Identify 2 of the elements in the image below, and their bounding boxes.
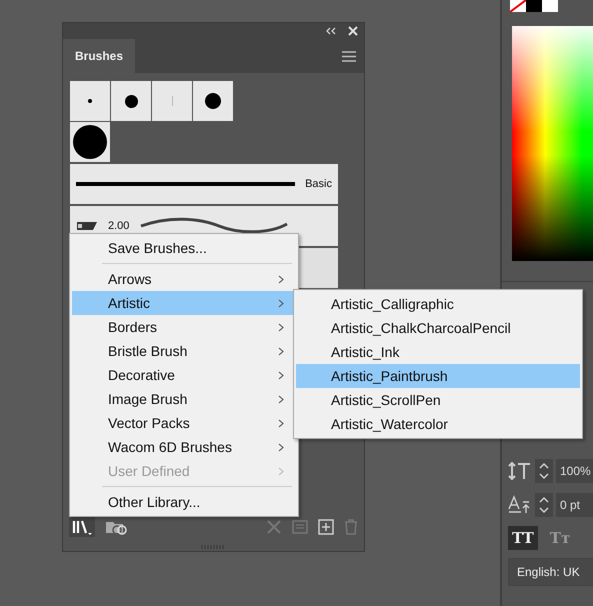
brush-name: Basic [305, 178, 332, 190]
brush-size: 2.00 [108, 220, 130, 232]
